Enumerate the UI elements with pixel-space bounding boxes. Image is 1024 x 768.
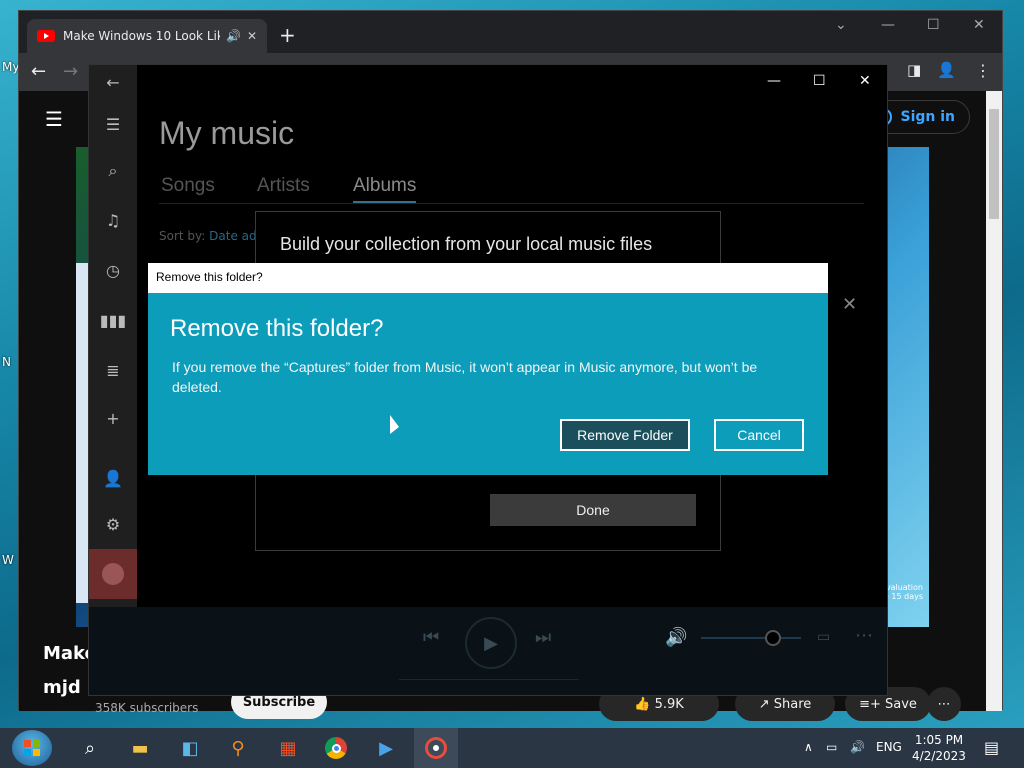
more-options-icon[interactable]: ⋯ [855, 625, 873, 646]
back-icon[interactable]: ← [89, 73, 137, 92]
save-label: Save [885, 696, 917, 712]
dialog-message: If you remove the “Captures” folder from… [172, 359, 758, 395]
tray-overflow-icon[interactable]: ∧ [804, 740, 813, 754]
spotify-icon [102, 563, 124, 585]
chrome-icon[interactable] [322, 734, 350, 762]
done-button[interactable]: Done [490, 494, 696, 526]
close-tab-icon[interactable]: ✕ [247, 29, 257, 43]
file-explorer-icon[interactable]: ▬ [126, 734, 154, 762]
windows-logo-icon [24, 740, 40, 756]
volume-slider-knob[interactable] [765, 630, 781, 646]
remove-folder-x-icon[interactable]: ✕ [842, 294, 857, 315]
search-icon[interactable]: ⌕ [76, 734, 104, 762]
hamburger-icon[interactable]: ☰ [45, 107, 63, 131]
close-window-icon[interactable]: ✕ [973, 17, 985, 33]
desktop-icon-label[interactable]: W [2, 553, 14, 567]
store-icon[interactable]: ▦ [274, 734, 302, 762]
app-icon-blue[interactable]: ◧ [176, 734, 204, 762]
more-actions-button[interactable]: ⋯ [927, 687, 961, 721]
sort-label: Sort by: [159, 229, 206, 243]
play-icon[interactable]: ▶ [465, 617, 517, 669]
network-icon[interactable]: ▭ [826, 740, 837, 754]
nav-rail: ← ☰ ⌕ ♫ ◷ ▮▮▮ ≣ + 👤 ⚙ [89, 65, 137, 607]
recent-clock-icon[interactable]: ◷ [89, 261, 137, 280]
language-indicator[interactable]: ENG [876, 740, 902, 754]
tab-albums[interactable]: Albums [353, 175, 417, 203]
now-playing-icon[interactable]: ▮▮▮ [89, 311, 137, 330]
channel-avatar[interactable]: mjd [43, 677, 81, 698]
browser-tab[interactable]: Make Windows 10 Look Like 🔊 ✕ [27, 19, 267, 53]
forward-icon[interactable]: → [63, 61, 78, 82]
mini-player-icon[interactable]: ▭ [817, 629, 830, 645]
search-app-icon[interactable]: ⚲ [224, 734, 252, 762]
mouse-cursor-icon [390, 415, 399, 434]
remove-folder-button[interactable]: Remove Folder [560, 419, 690, 451]
search-icon[interactable]: ⌕ [89, 161, 137, 181]
notifications-icon[interactable]: ▤ [984, 738, 999, 757]
like-count: 5.9K [654, 696, 684, 712]
seek-bar[interactable] [399, 679, 579, 680]
volume-icon[interactable]: 🔊 [665, 627, 687, 648]
sidebar-icon[interactable]: ◨ [907, 61, 921, 79]
back-icon[interactable]: ← [31, 61, 46, 82]
previous-track-icon[interactable]: ⏮ [423, 627, 439, 648]
volume-slider[interactable] [701, 637, 801, 639]
clock-time: 1:05 PM [914, 733, 964, 747]
tab-title: Make Windows 10 Look Like [63, 29, 220, 43]
music-note-icon[interactable]: ♫ [89, 211, 137, 230]
share-icon: ↗ [758, 696, 774, 712]
scrollbar-thumb[interactable] [989, 109, 999, 219]
save-icon: ≡+ [859, 696, 885, 712]
system-clock[interactable]: 1:05 PM 4/2/2023 [906, 732, 972, 764]
playback-bar: ⏮ ▶ ⏭ 🔊 ▭ ⋯ [89, 607, 887, 695]
spotify-promo-button[interactable] [89, 549, 137, 599]
subscriber-count: 358K subscribers [95, 701, 199, 715]
tab-songs[interactable]: Songs [161, 175, 215, 197]
movies-tv-icon[interactable]: ▶ [372, 734, 400, 762]
maximize-icon[interactable]: ☐ [927, 17, 940, 33]
folders-dialog-title: Build your collection from your local mu… [280, 234, 653, 254]
sort-control[interactable]: Sort by: Date add [159, 229, 264, 243]
dialog-heading: Remove this folder? [170, 315, 384, 342]
browser-tabbar: Make Windows 10 Look Like 🔊 ✕ + ⌄ — ☐ ✕ [19, 11, 1002, 53]
youtube-favicon-icon [37, 30, 55, 42]
remove-dialog-titlebar: Remove this folder? [148, 263, 828, 293]
taskbar: ⌕ ▬ ◧ ⚲ ▦ ▶ ∧ ▭ 🔊 ENG 1:05 PM 4/2/2023 ▤ [0, 728, 1024, 768]
close-icon[interactable]: ✕ [859, 73, 871, 89]
desktop-icon-label[interactable]: My [2, 60, 19, 74]
hamburger-icon[interactable]: ☰ [89, 115, 137, 134]
playlists-icon[interactable]: ≣ [89, 361, 137, 380]
tab-artists[interactable]: Artists [257, 175, 310, 197]
cancel-button[interactable]: Cancel [714, 419, 804, 451]
menu-dots-icon[interactable]: ⋮ [975, 61, 991, 80]
next-track-icon[interactable]: ⏭ [535, 627, 551, 648]
tab-search-icon[interactable]: ⌄ [835, 17, 847, 33]
settings-gear-icon[interactable]: ⚙ [89, 515, 137, 534]
like-icon: 👍 [634, 696, 655, 712]
page-scrollbar[interactable] [986, 91, 1002, 711]
clock-date: 4/2/2023 [912, 749, 966, 763]
profile-icon[interactable]: 👤 [937, 61, 956, 79]
minimize-icon[interactable]: — [767, 73, 781, 89]
speaker-icon[interactable]: 🔊 [226, 29, 241, 43]
volume-tray-icon[interactable]: 🔊 [850, 740, 865, 754]
minimize-icon[interactable]: — [881, 17, 895, 33]
maximize-icon[interactable]: ☐ [813, 73, 826, 89]
tab-divider [159, 203, 864, 204]
page-title: My music [159, 115, 295, 151]
sign-in-label: Sign in [900, 109, 955, 125]
share-label: Share [773, 696, 812, 712]
add-playlist-icon[interactable]: + [89, 409, 137, 428]
start-button[interactable] [12, 730, 52, 766]
groove-music-icon[interactable] [422, 734, 450, 762]
remove-dialog: Remove this folder? If you remove the “C… [148, 293, 828, 475]
new-tab-button[interactable]: + [279, 23, 296, 47]
account-icon[interactable]: 👤 [89, 469, 137, 488]
desktop-icon-label[interactable]: N [2, 355, 11, 369]
